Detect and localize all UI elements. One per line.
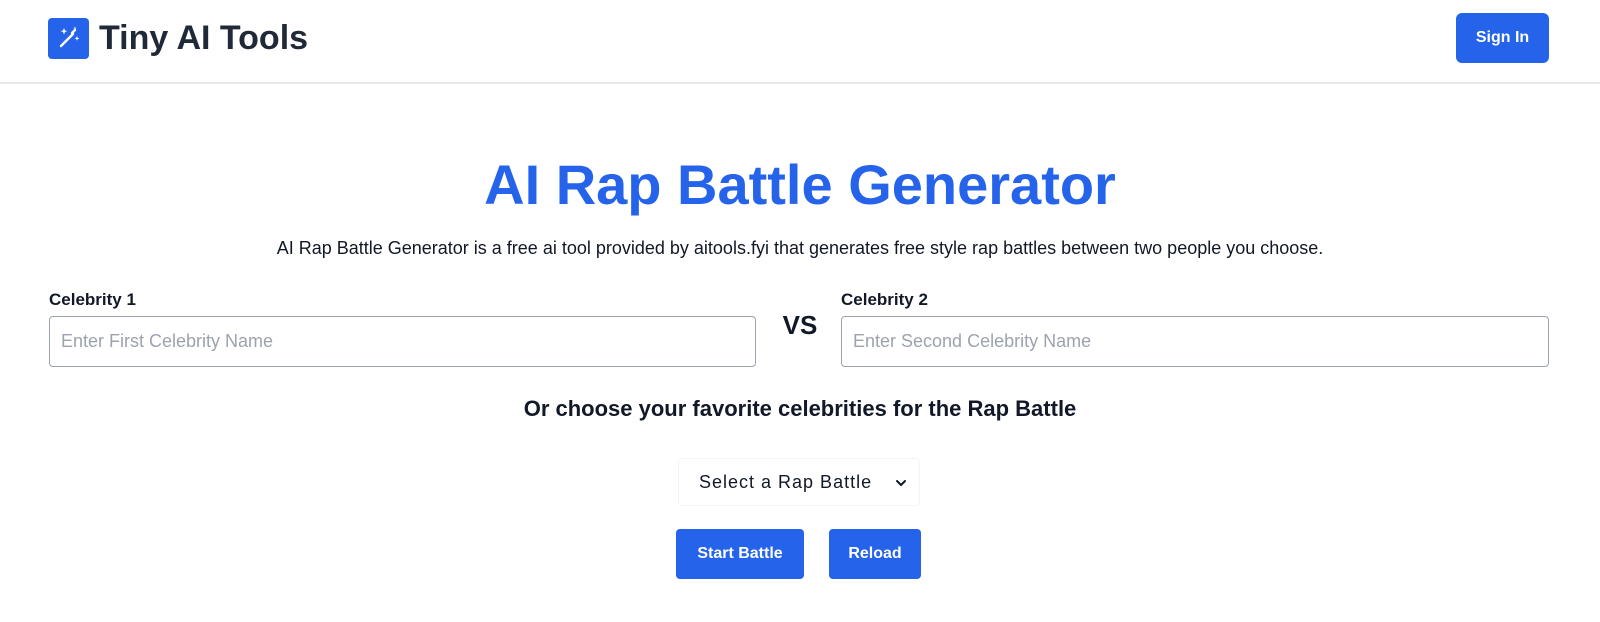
page-description: AI Rap Battle Generator is a free ai too… (276, 238, 1324, 258)
choose-celebrities-heading: Or choose your favorite celebrities for … (523, 396, 1077, 421)
logo-text: Tiny AI Tools (99, 18, 309, 57)
rap-battle-select-value: Select a Rap Battle (699, 471, 873, 492)
reload-button[interactable]: Reload (829, 529, 921, 579)
chevron-down-icon (895, 476, 907, 494)
sign-in-button[interactable]: Sign In (1456, 13, 1549, 63)
vs-label: VS (782, 310, 818, 340)
celebrity-1-input[interactable] (49, 316, 756, 367)
start-battle-button[interactable]: Start Battle (676, 529, 804, 579)
page-title: AI Rap Battle Generator (484, 153, 1116, 216)
rap-battle-select[interactable]: Select a Rap Battle (678, 458, 920, 506)
site-header: Tiny AI Tools Sign In (0, 0, 1600, 84)
celebrity-2-label: Celebrity 2 (841, 290, 928, 309)
magic-wand-icon (48, 17, 89, 59)
celebrity-1-label: Celebrity 1 (49, 290, 136, 309)
celebrity-2-input[interactable] (841, 316, 1549, 367)
site-logo[interactable]: Tiny AI Tools (48, 16, 308, 60)
